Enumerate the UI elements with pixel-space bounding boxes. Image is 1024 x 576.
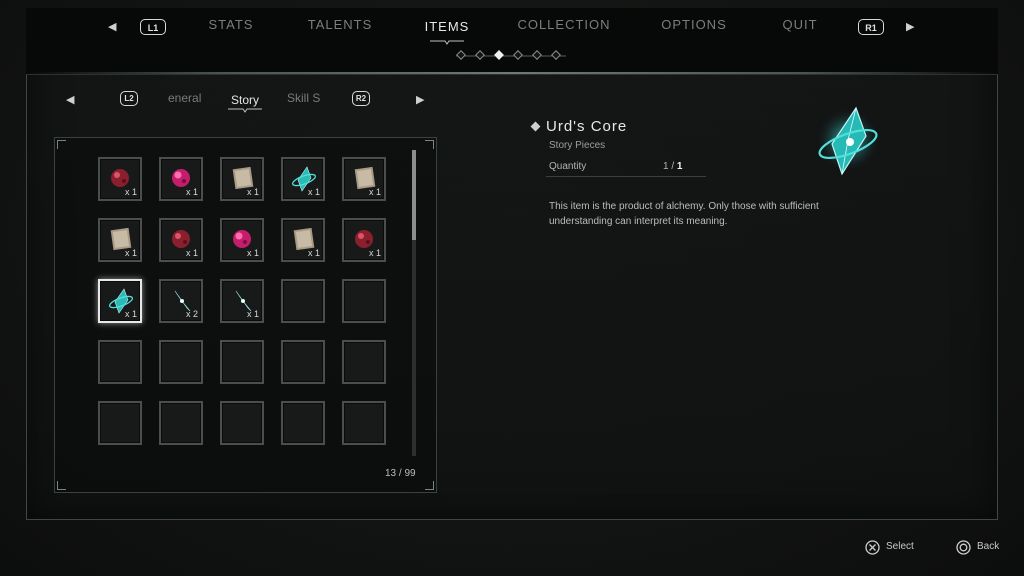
slot-quantity: x 1 <box>307 187 320 197</box>
inventory-slot-empty[interactable] <box>342 401 386 445</box>
inventory-slot-empty[interactable] <box>159 340 203 384</box>
slot-quantity: x 1 <box>246 309 259 319</box>
inventory-slot[interactable]: x 2 <box>159 279 203 323</box>
page-dot-active-icon <box>494 50 504 60</box>
inventory-slot-empty[interactable] <box>342 279 386 323</box>
inventory-slot-empty[interactable] <box>281 401 325 445</box>
quantity-label: Quantity <box>549 161 587 172</box>
active-subtab-underline <box>228 108 262 113</box>
circle-button-icon[interactable] <box>956 540 971 555</box>
page-dot-icon <box>456 50 466 60</box>
l2-button-icon[interactable]: L2 <box>120 91 138 106</box>
tab-talents[interactable]: TALENTS <box>290 17 390 32</box>
quantity-value: 1 / 1 <box>663 161 682 172</box>
tab-options[interactable]: OPTIONS <box>644 17 744 32</box>
inventory-slot-empty[interactable] <box>342 340 386 384</box>
page-dot-icon <box>532 50 542 60</box>
active-tab-underline <box>430 40 464 45</box>
subnav-right-chevron-icon[interactable]: ▶ <box>416 93 424 106</box>
inventory-slot-empty[interactable] <box>220 340 264 384</box>
inventory-slot[interactable]: x 1 <box>281 157 325 201</box>
r1-button-icon[interactable]: R1 <box>858 19 884 35</box>
inventory-slot-empty[interactable] <box>281 279 325 323</box>
select-hint[interactable]: Select <box>886 541 914 552</box>
slot-quantity: x 1 <box>124 309 137 319</box>
tab-stats[interactable]: STATS <box>181 17 281 32</box>
inventory-counter: 13 / 99 <box>385 468 416 479</box>
inventory-slot[interactable]: x 1 <box>98 157 142 201</box>
inventory-slot[interactable]: x 1 <box>159 218 203 262</box>
item-name: Urd's Core <box>546 118 628 135</box>
tab-collection[interactable]: COLLECTION <box>514 17 614 32</box>
inventory-slot-empty[interactable] <box>220 401 264 445</box>
slot-quantity: x 1 <box>307 248 320 258</box>
back-hint[interactable]: Back <box>977 541 999 552</box>
subtab-story[interactable]: Story <box>231 93 259 107</box>
page-dot-icon <box>551 50 561 60</box>
inventory-slot[interactable]: x 1 <box>98 279 142 323</box>
slot-quantity: x 1 <box>246 187 259 197</box>
tab-quit[interactable]: QUIT <box>750 17 850 32</box>
inventory-slot[interactable]: x 1 <box>220 279 264 323</box>
inventory-slot-empty[interactable] <box>98 340 142 384</box>
quantity-row: Quantity 1 / 1 <box>546 156 706 177</box>
tab-items[interactable]: ITEMS <box>397 19 497 34</box>
quantity-max: 1 <box>676 161 683 172</box>
subtab-general[interactable]: eneral <box>168 91 201 105</box>
item-category: Story Pieces <box>549 140 606 151</box>
inventory-slot[interactable]: x 1 <box>220 218 264 262</box>
subtab-skill[interactable]: Skill S <box>287 91 320 105</box>
inventory-slot[interactable]: x 1 <box>342 218 386 262</box>
slot-quantity: x 1 <box>185 187 198 197</box>
top-nav-divider <box>26 72 998 74</box>
inventory-slot[interactable]: x 1 <box>220 157 264 201</box>
page-dot-icon <box>513 50 523 60</box>
inventory-slot-empty[interactable] <box>281 340 325 384</box>
nav-right-chevron-icon[interactable]: ▶ <box>906 20 914 33</box>
slot-quantity: x 2 <box>185 309 198 319</box>
item-description: This item is the product of alchemy. Onl… <box>549 201 819 227</box>
r2-button-icon[interactable]: R2 <box>352 91 370 106</box>
slot-quantity: x 1 <box>124 187 137 197</box>
inventory-scroll-thumb[interactable] <box>412 150 416 240</box>
inventory-slot-empty[interactable] <box>159 401 203 445</box>
page-dot-icon <box>475 50 485 60</box>
inventory-slot[interactable]: x 1 <box>98 218 142 262</box>
nav-left-chevron-icon[interactable]: ◀ <box>108 20 116 33</box>
slot-quantity: x 1 <box>246 248 259 258</box>
slot-quantity: x 1 <box>368 248 381 258</box>
slot-quantity: x 1 <box>368 187 381 197</box>
slot-quantity: x 1 <box>124 248 137 258</box>
inventory-slot[interactable]: x 1 <box>342 157 386 201</box>
inventory-slot-empty[interactable] <box>98 401 142 445</box>
subnav-left-chevron-icon[interactable]: ◀ <box>66 93 74 106</box>
inventory-slot[interactable]: x 1 <box>159 157 203 201</box>
cross-button-icon[interactable] <box>865 540 880 555</box>
urds-core-crystal-icon <box>818 106 878 176</box>
page-indicator <box>456 50 566 60</box>
slot-quantity: x 1 <box>185 248 198 258</box>
inventory-slot[interactable]: x 1 <box>281 218 325 262</box>
top-nav-bar <box>26 8 998 75</box>
l1-button-icon[interactable]: L1 <box>140 19 166 35</box>
quantity-separator: / <box>668 161 677 172</box>
